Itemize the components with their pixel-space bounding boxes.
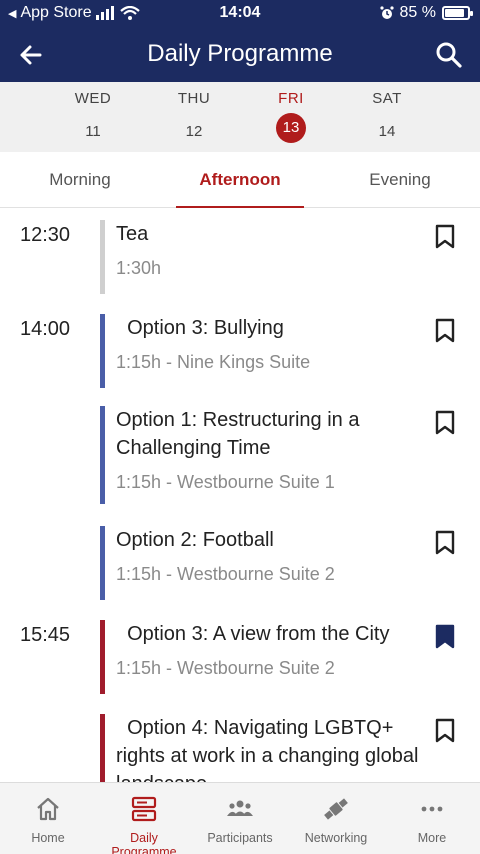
session-tabs: Morning Afternoon Evening [0,152,480,208]
top-header: ◀ App Store 14:04 85 % Daily Programme [0,0,480,82]
header-row: Daily Programme [0,28,480,82]
search-icon[interactable] [432,38,466,72]
nav-participants[interactable]: Participants [192,783,288,854]
bookmark-icon[interactable] [434,718,456,744]
day-wed[interactable]: WED 11 [53,90,133,147]
status-bar: ◀ App Store 14:04 85 % [0,0,480,28]
day-number: 13 [276,113,306,143]
day-name: SAT [372,90,402,107]
day-selector: WED 11 THU 12 FRI 13 SAT 14 [0,82,480,152]
session-texts: Option 3: A view from the City 1:15h - W… [116,620,426,679]
session-time: 14:00 [20,318,71,340]
day-name: WED [74,90,112,107]
session-meta: 1:15h - Westbourne Suite 1 [116,472,335,492]
session-color-bar [100,220,105,294]
session-list: 12:30 Tea 1:30h 14:00 Option 3: Bullying… [0,208,480,782]
day-fri[interactable]: FRI 13 [251,90,331,143]
more-icon [421,806,443,812]
day-thu[interactable]: THU 12 [154,90,234,147]
home-icon [37,797,59,821]
tab-morning[interactable]: Morning [0,152,160,208]
session-texts: Option 2: Football 1:15h - Westbourne Su… [116,526,426,585]
day-name: THU [177,90,211,107]
bookmark-icon[interactable] [434,410,456,436]
bookmark-icon[interactable] [434,530,456,556]
session-item[interactable]: Option 4: Navigating LGBTQ+ rights at wo… [0,706,480,782]
nav-daily-programme[interactable]: Daily Programme [96,783,192,854]
session-color-bar [100,714,105,782]
session-title: Option 3: Bullying [116,317,284,339]
day-number: 14 [378,123,396,140]
nav-more[interactable]: More [384,783,480,854]
session-meta: 1:30h [116,258,162,278]
day-number: 12 [185,123,203,140]
session-title: Option 3: A view from the City [116,623,390,645]
session-title: Option 4: Navigating LGBTQ+ rights at wo… [116,717,419,782]
session-time: 15:45 [20,624,71,646]
session-title: Option 2: Football [116,529,274,551]
session-item[interactable]: 15:45 Option 3: A view from the City 1:1… [0,612,480,694]
tab-evening[interactable]: Evening [320,152,480,208]
page-title: Daily Programme [147,40,333,67]
session-title: Tea [116,223,149,245]
bottom-nav: Home Daily Programme Participants Networ… [0,782,480,854]
status-right: 85 % [379,4,473,22]
day-number: 11 [85,123,101,140]
bookmark-icon[interactable] [434,624,456,650]
bookmark-icon[interactable] [434,224,456,250]
session-color-bar [100,406,105,504]
session-texts: Option 3: Bullying 1:15h - Nine Kings Su… [116,314,426,373]
battery-percent: 85 % [399,4,436,21]
bookmark-icon[interactable] [434,318,456,344]
session-item[interactable]: 12:30 Tea 1:30h [0,212,480,294]
nav-label: Networking [304,831,368,845]
session-meta: 1:15h - Westbourne Suite 2 [116,564,335,584]
nav-label: Daily Programme [111,831,177,854]
session-item[interactable]: Option 2: Football 1:15h - Westbourne Su… [0,518,480,600]
programme-icon [131,796,157,822]
session-meta: 1:15h - Nine Kings Suite [116,352,311,372]
session-color-bar [100,314,105,388]
nav-label: Home [31,831,65,845]
nav-label: More [417,831,447,845]
session-item[interactable]: Option 1: Restructuring in a Challenging… [0,398,480,504]
tab-afternoon[interactable]: Afternoon [160,152,320,208]
battery-icon [442,6,473,20]
battery-fill [445,9,464,17]
session-time: 12:30 [20,224,71,246]
session-texts: Option 4: Navigating LGBTQ+ rights at wo… [116,714,426,782]
nav-home[interactable]: Home [0,783,96,854]
day-name: FRI [278,90,304,107]
session-title: Option 1: Restructuring in a Challenging… [116,409,360,459]
session-color-bar [100,620,105,694]
networking-icon [324,798,348,820]
nav-label: Participants [207,831,273,845]
alarm-icon [379,6,394,19]
participants-icon [227,800,253,816]
nav-networking[interactable]: Networking [288,783,384,854]
session-meta: 1:15h - Westbourne Suite 2 [116,658,335,678]
session-texts: Tea 1:30h [116,220,426,279]
session-item[interactable]: 14:00 Option 3: Bullying 1:15h - Nine Ki… [0,306,480,388]
session-texts: Option 1: Restructuring in a Challenging… [116,406,426,493]
day-sat[interactable]: SAT 14 [347,90,427,147]
session-color-bar [100,526,105,600]
